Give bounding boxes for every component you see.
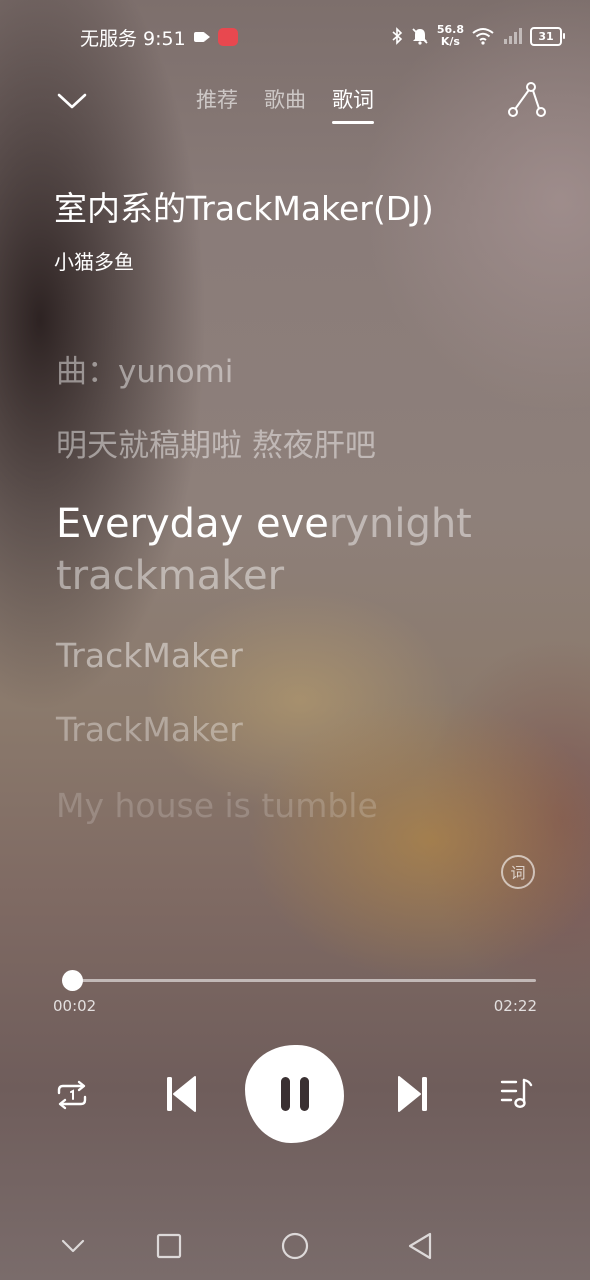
status-right: 56.8 K/s 31 — [391, 22, 565, 50]
pause-icon — [280, 1077, 309, 1111]
total-time: 02:22 — [493, 997, 537, 1015]
skip-next-icon — [398, 1076, 427, 1112]
nav-back-button[interactable] — [398, 1226, 442, 1266]
speed-unit: K/s — [440, 35, 460, 48]
video-icon — [193, 31, 210, 43]
lyric-toggle-button[interactable]: 词 — [501, 855, 535, 889]
status-bar: 无服务 9:51 56.8 K/s 31 — [0, 0, 590, 74]
previous-button[interactable] — [156, 1068, 206, 1120]
lyric-line: 曲：yunomi — [56, 354, 234, 390]
nav-hide-button[interactable] — [51, 1226, 95, 1266]
back-triangle-icon — [408, 1232, 432, 1260]
progress-thumb[interactable] — [62, 970, 84, 991]
tab-song[interactable]: 歌曲 — [264, 84, 306, 116]
tab-recommend[interactable]: 推荐 — [196, 84, 238, 116]
share-icon — [508, 82, 546, 117]
collapse-button[interactable] — [52, 84, 92, 118]
song-artist[interactable]: 小猫多鱼 — [54, 246, 134, 275]
lyric-line: My house is tumble — [56, 786, 378, 825]
mute-bell-icon — [412, 28, 428, 45]
current-time: 00:02 — [53, 997, 97, 1015]
current-lyric-line: Everyday everynight trackmaker — [56, 498, 536, 602]
lyric-sung-part: Everyday eve — [56, 501, 329, 547]
view-tabs: 推荐 歌曲 歌词 — [196, 84, 374, 124]
battery-level: 31 — [538, 29, 554, 43]
playlist-button[interactable] — [495, 1072, 539, 1116]
chevron-down-icon — [61, 1239, 85, 1253]
repeat-one-icon — [57, 1080, 87, 1110]
next-button[interactable] — [388, 1068, 438, 1120]
battery-icon: 31 — [530, 26, 565, 46]
skip-previous-icon — [167, 1076, 196, 1112]
signal-icon — [504, 28, 522, 44]
repeat-button[interactable] — [50, 1073, 94, 1117]
pause-button[interactable] — [245, 1045, 344, 1143]
circle-icon — [281, 1232, 309, 1260]
wifi-icon — [472, 28, 494, 45]
lyric-line: TrackMaker — [56, 636, 243, 675]
app-notification-icon — [217, 28, 238, 46]
chevron-down-icon — [57, 93, 87, 109]
playlist-icon — [500, 1078, 533, 1109]
lyric-line: 明天就稿期啦 熬夜肝吧 — [56, 428, 376, 464]
square-icon — [156, 1233, 182, 1259]
status-left: 无服务 9:51 — [80, 24, 238, 50]
share-button[interactable] — [504, 78, 550, 122]
nav-recents-button[interactable] — [147, 1226, 191, 1266]
lyric-line: TrackMaker — [56, 710, 243, 749]
network-speed: 56.8 K/s — [437, 24, 464, 48]
progress-bar[interactable] — [66, 979, 536, 982]
nav-home-button[interactable] — [273, 1226, 317, 1266]
tab-lyrics[interactable]: 歌词 — [332, 84, 374, 124]
carrier-time: 无服务 9:51 — [80, 27, 186, 50]
song-title: 室内系的TrackMaker(DJ) — [54, 189, 434, 228]
bluetooth-icon — [392, 27, 403, 45]
system-nav-bar — [0, 1214, 590, 1280]
